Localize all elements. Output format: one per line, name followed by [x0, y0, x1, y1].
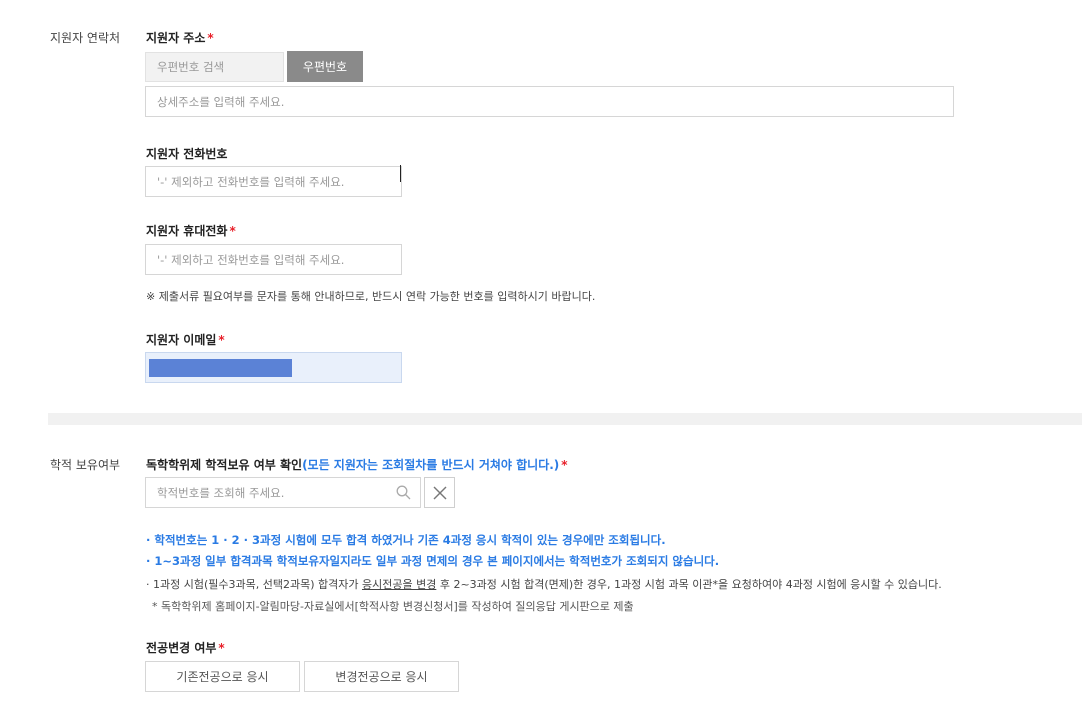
phone-input[interactable]: '-' 제외하고 전화번호를 입력해 주세요.	[145, 166, 402, 197]
academic-note-3-underlined: 응시전공을 변경	[361, 578, 437, 591]
email-title: 지원자 이메일 *	[146, 331, 225, 348]
mobile-title-text: 지원자 휴대전화	[146, 224, 228, 238]
email-input[interactable]	[145, 352, 402, 383]
address-title-text: 지원자 주소	[146, 31, 206, 45]
section-divider	[48, 413, 1082, 425]
changed-major-option[interactable]: 변경전공으로 응시	[304, 661, 459, 692]
email-redacted-value	[149, 359, 292, 377]
academic-note-1: · 학적번호는 1 · 2 · 3과정 시험에 모두 합격 하였거나 기존 4과…	[146, 533, 666, 547]
close-icon	[433, 486, 447, 500]
academic-number-placeholder: 학적번호를 조회해 주세요.	[157, 485, 285, 500]
mobile-notice: ※ 제출서류 필요여부를 문자를 통해 안내하므로, 반드시 연락 가능한 번호…	[146, 290, 596, 303]
required-mark: *	[218, 641, 225, 655]
postal-code-input[interactable]: 우편번호 검색	[145, 52, 284, 82]
required-mark: *	[561, 458, 568, 472]
contact-section-label: 지원자 연락처	[50, 31, 121, 45]
postal-code-search-button[interactable]: 우편번호	[287, 51, 363, 82]
academic-note-3b: 후 2~3과정 시험 합격(면제)한 경우, 1과정 시험 과목 이관*을 요청…	[436, 578, 942, 591]
academic-note-2: · 1~3과정 일부 합격과목 학적보유자일지라도 일부 과정 면제의 경우 본…	[146, 554, 720, 568]
mobile-input[interactable]: '-' 제외하고 전화번호를 입력해 주세요.	[145, 244, 402, 275]
mobile-title: 지원자 휴대전화 *	[146, 222, 236, 239]
detail-address-input[interactable]: 상세주소를 입력해 주세요.	[145, 86, 954, 117]
required-mark: *	[207, 31, 214, 45]
academic-title-note: (모든 지원자는 조회절차를 반드시 거쳐야 합니다.)	[302, 458, 560, 472]
academic-number-input[interactable]: 학적번호를 조회해 주세요.	[145, 477, 421, 508]
address-title: 지원자 주소 *	[146, 29, 214, 46]
email-title-text: 지원자 이메일	[146, 333, 217, 347]
academic-note-3: · 1과정 시험(필수3과목, 선택2과목) 합격자가 응시전공을 변경 후 2…	[146, 576, 942, 592]
phone-title: 지원자 전화번호	[146, 147, 228, 161]
existing-major-option[interactable]: 기존전공으로 응시	[145, 661, 300, 692]
required-mark: *	[218, 333, 225, 347]
major-change-title-text: 전공변경 여부	[146, 641, 217, 655]
academic-section-label: 학적 보유여부	[50, 458, 121, 472]
required-mark: *	[229, 224, 236, 238]
major-change-title: 전공변경 여부 *	[146, 639, 225, 656]
search-icon[interactable]	[396, 485, 411, 500]
academic-title: 독학학위제 학적보유 여부 확인(모든 지원자는 조회절차를 반드시 거쳐야 합…	[146, 456, 568, 473]
text-cursor	[400, 165, 401, 182]
academic-title-main: 독학학위제 학적보유 여부 확인	[146, 458, 303, 472]
academic-note-3a: · 1과정 시험(필수3과목, 선택2과목) 합격자가	[146, 578, 362, 591]
clear-button[interactable]	[424, 477, 455, 508]
academic-note-4: * 독학학위제 홈페이지-알림마당-자료실에서[학적사항 변경신청서]를 작성하…	[152, 600, 634, 613]
